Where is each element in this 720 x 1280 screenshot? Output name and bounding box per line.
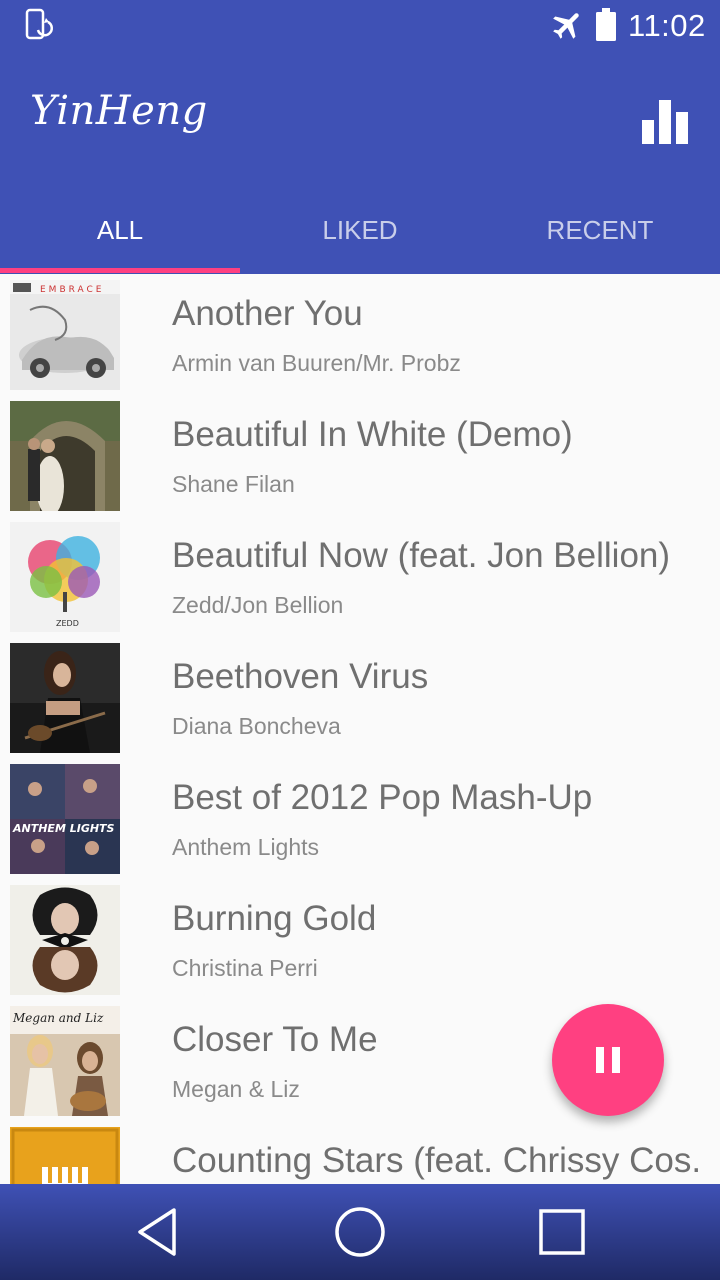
list-item[interactable]: EMBRACE Another You Armin van Buuren/Mr.…	[0, 274, 720, 395]
album-art	[10, 643, 120, 753]
album-art: Megan and Liz	[10, 1006, 120, 1116]
list-item[interactable]: ZEDD Beautiful Now (feat. Jon Bellion) Z…	[0, 516, 720, 637]
app-title: YinHeng	[30, 88, 208, 134]
list-item[interactable]: Beethoven Virus Diana Boncheva	[0, 637, 720, 758]
song-title: Beautiful Now (feat. Jon Bellion)	[172, 536, 671, 575]
battery-icon	[596, 8, 616, 41]
pause-button[interactable]	[552, 1004, 664, 1116]
song-artist: Diana Boncheva	[172, 713, 341, 739]
home-icon[interactable]	[332, 1204, 388, 1260]
back-icon[interactable]	[130, 1204, 186, 1260]
song-artist: Christina Perri	[172, 955, 318, 981]
song-title: Beethoven Virus	[172, 657, 429, 696]
album-art-text: Megan and Liz	[12, 1011, 104, 1025]
song-title: Counting Stars (feat. Chrissy Cos.	[172, 1141, 702, 1180]
tab-all[interactable]: ALL	[0, 190, 240, 270]
song-artist: Zedd/Jon Bellion	[172, 592, 344, 618]
album-art-text: ANTHEM LIGHTS	[12, 822, 115, 835]
list-item[interactable]: ANTHEM LIGHTS Best of 2012 Pop Mash-Up A…	[0, 758, 720, 879]
album-art-text: ZEDD	[56, 619, 79, 628]
list-item[interactable]: Beautiful In White (Demo) Shane Filan	[0, 395, 720, 516]
list-item[interactable]: Counting Stars (feat. Chrissy Cos.	[0, 1121, 720, 1184]
status-bar: 11:02	[0, 0, 720, 52]
navigation-bar	[0, 1184, 720, 1280]
album-art: ANTHEM LIGHTS	[10, 764, 120, 874]
phone-rotate-icon	[25, 8, 53, 40]
album-art	[10, 1127, 120, 1184]
song-title: Beautiful In White (Demo)	[172, 415, 573, 454]
tab-recent[interactable]: RECENT	[480, 190, 720, 270]
song-artist: Anthem Lights	[172, 834, 320, 860]
album-art: ZEDD	[10, 522, 120, 632]
tab-indicator	[0, 268, 240, 273]
song-artist: Armin van Buuren/Mr. Probz	[172, 350, 461, 376]
tab-bar: ALL LIKED RECENT	[0, 190, 720, 274]
album-art-text: EMBRACE	[40, 285, 104, 295]
list-item[interactable]: Burning Gold Christina Perri	[0, 879, 720, 1000]
recents-icon[interactable]	[534, 1204, 590, 1260]
song-artist: Shane Filan	[172, 471, 295, 497]
equalizer-icon[interactable]	[642, 100, 688, 144]
song-artist: Megan & Liz	[172, 1076, 300, 1102]
album-art: EMBRACE	[10, 280, 120, 390]
album-art	[10, 401, 120, 511]
song-title: Best of 2012 Pop Mash-Up	[172, 778, 593, 817]
song-title: Another You	[172, 294, 363, 333]
album-art	[10, 885, 120, 995]
airplane-icon	[553, 13, 579, 39]
tab-liked[interactable]: LIKED	[240, 190, 480, 270]
status-time: 11:02	[628, 8, 706, 43]
pause-icon	[596, 1047, 620, 1073]
app-bar: 11:02 YinHeng ALL LIKED RECENT	[0, 0, 720, 274]
song-title: Closer To Me	[172, 1020, 378, 1059]
song-title: Burning Gold	[172, 899, 377, 938]
